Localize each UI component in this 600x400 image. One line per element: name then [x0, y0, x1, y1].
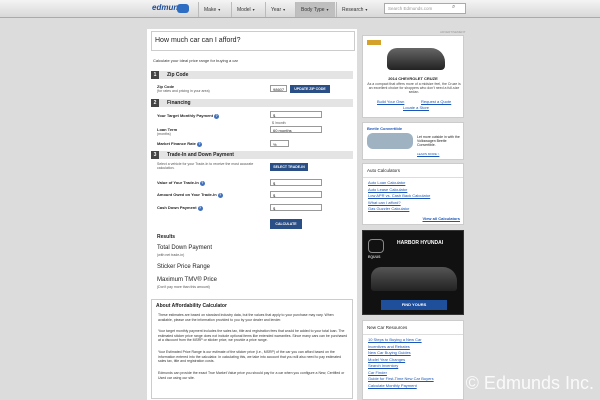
chevron-down-icon: ▾ — [365, 7, 368, 12]
gas-guzzler-calculator-link[interactable]: Gas Guzzler Calculator — [363, 206, 463, 213]
resources-title: New Car Resources — [363, 321, 463, 335]
help-icon[interactable]: ? — [217, 193, 223, 198]
chevrolet-logo-icon — [367, 40, 381, 45]
beetle-title: Beetle Convertible — [367, 126, 403, 131]
locate-store-link[interactable]: Locate a Store — [403, 105, 429, 110]
nav-model[interactable]: Model ▾ — [231, 2, 264, 17]
section-zip-header: 1 Zip Code — [151, 71, 353, 79]
chevron-down-icon: ▾ — [326, 7, 329, 12]
result-down-payment: Total Down Payment — [157, 245, 213, 251]
new-car-resources-panel: New Car Resources 10 Steps to Buying a N… — [362, 320, 464, 400]
chevrolet-ad[interactable]: 2014 CHEVROLET CRUZE As a compact that o… — [362, 35, 464, 118]
nav-research[interactable]: Research ▾ — [336, 2, 380, 17]
search-icon[interactable]: ⌕ — [452, 4, 455, 11]
select-trade-in-button[interactable]: SELECT TRADE-IN — [270, 163, 308, 171]
about-title: About Affordability Calculator — [156, 303, 227, 309]
auto-calculators-panel: Auto Calculators Auto Loan Calculator Au… — [362, 163, 464, 225]
ad-car-text: As a compact that offers more of a midsi… — [367, 82, 461, 94]
help-icon[interactable]: ? — [197, 206, 203, 211]
help-icon[interactable]: ? — [199, 181, 205, 186]
calculator-panel: How much car can I afford? Calculate you… — [147, 29, 357, 400]
beetle-text: Let more outside in with the Volkswagen … — [417, 135, 460, 147]
build-your-own-link[interactable]: Build Your Own — [377, 99, 404, 104]
monthly-payment-input[interactable]: $ — [270, 111, 322, 118]
section-trade-header: 3 Trade-In and Down Payment — [151, 151, 353, 159]
beetle-learn-more-link[interactable]: LEARN MORE > — [417, 152, 439, 156]
hyundai-brand-text: HARBOR HYUNDAI — [397, 240, 444, 246]
ad-car-title: 2014 CHEVROLET CRUZE — [388, 76, 438, 81]
finance-rate-input[interactable]: % — [270, 140, 289, 147]
view-all-calculators-link[interactable]: View all Calculators — [423, 216, 461, 221]
trade-value-label: Value of Your Trade-In? — [157, 180, 205, 186]
about-paragraph-4: Edmunds can provide the exact True Marke… — [158, 371, 345, 380]
result-sticker-range: Sticker Price Range — [157, 264, 211, 270]
result-down-payment-hint: (with net trade-in) — [157, 253, 185, 257]
find-yours-button[interactable]: FIND YOURS — [381, 300, 447, 310]
nav-body-type[interactable]: Body Type ▾ — [295, 2, 335, 17]
loan-term-select[interactable]: 60 months — [270, 126, 322, 133]
result-max-tmv-hint: (Don't pay more than this amount) — [157, 285, 210, 289]
down-payment-label: Cash Down Payment? — [157, 205, 203, 211]
equus-car-image — [371, 267, 457, 291]
loan-term-hint: (months) — [157, 132, 171, 136]
beetle-ad[interactable]: Beetle Convertible Let more outside in w… — [362, 122, 464, 160]
request-quote-link[interactable]: Request a Quote — [421, 99, 451, 104]
chevron-down-icon: ▾ — [252, 7, 255, 12]
nav-year[interactable]: Year ▾ — [265, 2, 294, 17]
zip-hint: (for rates and pricing in your area) — [157, 89, 210, 93]
zip-input[interactable]: 98607 — [270, 85, 287, 92]
ad-label: ADVERTISEMENT — [440, 30, 466, 34]
page-title: How much car can I afford? — [151, 31, 355, 51]
update-zip-button[interactable]: UPDATE ZIP CODE — [290, 85, 330, 93]
equus-model-text: EQUUS — [368, 255, 381, 259]
equus-logo-icon — [368, 239, 384, 253]
section-financing-header: 2 Financing — [151, 99, 353, 107]
calculators-title: Auto Calculators — [363, 164, 463, 178]
results-title: Results — [157, 234, 176, 240]
car-logo-icon — [177, 4, 189, 13]
resource-link[interactable]: Calculate Monthly Payment — [363, 383, 463, 390]
help-icon[interactable]: ? — [196, 142, 202, 147]
trade-value-input[interactable]: $ — [270, 179, 322, 186]
monthly-payment-hint: $ /month — [272, 121, 286, 125]
car-image — [387, 48, 445, 70]
hyundai-ad[interactable]: EQUUS HARBOR HYUNDAI FIND YOURS — [362, 230, 464, 315]
beetle-image — [367, 133, 413, 149]
result-max-tmv: Maximum TMV® Price — [157, 277, 217, 283]
chevron-down-icon: ▾ — [218, 7, 221, 12]
amount-owed-input[interactable]: $ — [270, 191, 322, 198]
trade-in-intro: Select a vehicle for your Trade-In to re… — [157, 162, 254, 170]
top-navigation-bar: edmunds Make ▾ Model ▾ Year ▾ Body Type ▾ Re… — [0, 0, 600, 18]
page-subtitle: Calculate your ideal price range for buy… — [153, 58, 238, 63]
monthly-payment-label: Your Target Monthly Payment? — [157, 113, 220, 119]
about-paragraph-1: These estimates are based on standard in… — [158, 313, 334, 322]
about-paragraph-3: Your Estimated Price Range is our estima… — [158, 350, 342, 363]
nav-make[interactable]: Make ▾ — [198, 2, 230, 17]
calculate-button[interactable]: CALCULATE — [270, 219, 302, 229]
about-paragraph-2: Your target monthly payment includes the… — [158, 329, 348, 342]
finance-rate-label: Market Finance Rate? — [157, 141, 202, 147]
about-calculator-box: About Affordability Calculator These est… — [151, 299, 353, 399]
amount-owed-label: Amount Owed on Your Trade-In? — [157, 192, 223, 198]
chevron-down-icon: ▾ — [283, 7, 286, 12]
help-icon[interactable]: ? — [214, 114, 220, 119]
down-payment-input[interactable]: $ — [270, 204, 322, 211]
copyright-watermark: © Edmunds Inc. — [465, 373, 594, 393]
